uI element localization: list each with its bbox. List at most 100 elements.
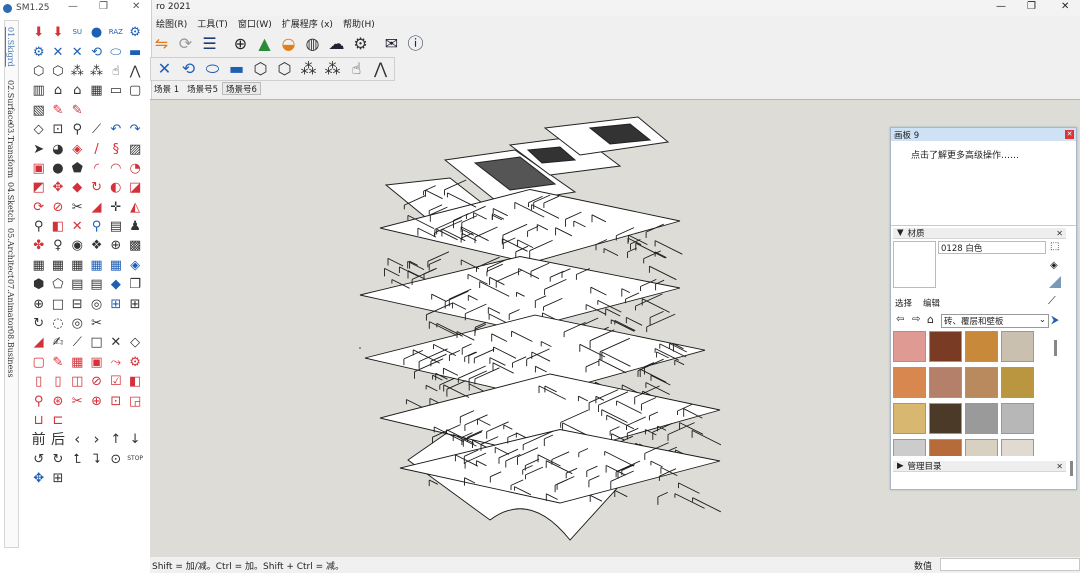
pin-down-icon[interactable]: ⬇ bbox=[29, 23, 48, 42]
box-tools-icon[interactable]: ▦ bbox=[29, 256, 48, 275]
rotate-cw-icon[interactable]: ↻ bbox=[48, 450, 67, 469]
home-icon[interactable]: ⌂ bbox=[927, 313, 934, 326]
scale-tool-icon[interactable]: ◐ bbox=[106, 178, 125, 197]
slash-red-icon[interactable]: ⊘ bbox=[87, 372, 106, 391]
material-swatch[interactable] bbox=[893, 439, 926, 456]
ruler-icon[interactable]: ⟋ bbox=[68, 333, 87, 352]
plugin-maximize-button[interactable]: ❐ bbox=[99, 1, 108, 12]
arrow-down-icon[interactable]: ↓ bbox=[125, 430, 144, 449]
cylinder-red-icon-2[interactable]: ▯ bbox=[48, 372, 67, 391]
material-swatch[interactable] bbox=[929, 367, 962, 398]
redo-icon[interactable]: ↷ bbox=[125, 120, 144, 139]
zoom-extents-icon[interactable]: ⚲ bbox=[87, 217, 106, 236]
window-icon[interactable]: ▭ bbox=[106, 81, 125, 100]
swatch-scrollbar[interactable] bbox=[1054, 340, 1057, 356]
follow-me-icon[interactable]: ↻ bbox=[87, 178, 106, 197]
copy-circle-icon[interactable]: ◎ bbox=[68, 314, 87, 333]
settings-gear-icon[interactable]: ⚙ bbox=[125, 23, 144, 42]
material-category-select[interactable]: 砖、覆层和壁板 ⌄ bbox=[941, 314, 1049, 328]
copy-icon[interactable]: ❐ bbox=[125, 275, 144, 294]
manager-section-header[interactable]: ▶ 管理目录 ✕ bbox=[893, 461, 1066, 472]
panel-red-icon[interactable]: ◲ bbox=[125, 391, 144, 410]
material-box-icon[interactable]: ◈ bbox=[1050, 260, 1058, 271]
create-material-icon[interactable]: ⬚ bbox=[1050, 241, 1059, 252]
rect-outline-icon[interactable]: □ bbox=[87, 333, 106, 352]
thumbs-up-toolbar-icon[interactable]: ☝ bbox=[345, 58, 368, 81]
check-red-icon[interactable]: ☑ bbox=[106, 372, 125, 391]
dim-sketch-icon[interactable]: RAZ bbox=[106, 23, 125, 42]
folder-icon[interactable]: ▬ bbox=[125, 42, 144, 61]
layers-stack-icon[interactable]: ☰ bbox=[198, 32, 221, 55]
back-arrow-icon[interactable]: ⇦ bbox=[896, 314, 904, 325]
freehand-icon[interactable]: § bbox=[106, 139, 125, 158]
rect-icon[interactable]: ▣ bbox=[29, 159, 48, 178]
tape-icon[interactable]: ⟳ bbox=[29, 198, 48, 217]
sunset-icon[interactable]: ◒ bbox=[277, 32, 300, 55]
paint-bucket-icon[interactable]: ◕ bbox=[48, 139, 67, 158]
next-button[interactable]: 后 bbox=[48, 430, 67, 449]
grid-square-icon[interactable]: ⊞ bbox=[48, 469, 67, 488]
maximize-button[interactable]: ❐ bbox=[1027, 1, 1036, 12]
pencil-icon[interactable]: ✎ bbox=[48, 101, 67, 120]
group-icon[interactable]: ▧ bbox=[29, 101, 48, 120]
measurement-input[interactable] bbox=[940, 558, 1080, 571]
stairs-icon[interactable]: ▤ bbox=[68, 275, 87, 294]
box-icon[interactable]: ▥ bbox=[29, 81, 48, 100]
arc-icon-2[interactable]: ◠ bbox=[106, 159, 125, 178]
zoom-icon[interactable]: ⚲ bbox=[68, 120, 87, 139]
menu-window[interactable]: 窗口(W) bbox=[238, 17, 272, 30]
stack-icon[interactable]: ▦ bbox=[68, 256, 87, 275]
text-icon[interactable]: ◢ bbox=[87, 198, 106, 217]
cube-icon-2[interactable]: ⬡ bbox=[48, 62, 67, 81]
close-button[interactable]: ✕ bbox=[1061, 1, 1069, 12]
gear-red-icon[interactable]: ⚙ bbox=[125, 353, 144, 372]
prev-button[interactable]: 前 bbox=[29, 430, 48, 449]
material-swatch[interactable] bbox=[893, 367, 926, 398]
convert-icon[interactable]: ⇋ bbox=[150, 32, 173, 55]
tab-skigrd[interactable]: 01.Skigrd bbox=[6, 27, 15, 67]
box-tools-icon-2[interactable]: ▦ bbox=[48, 256, 67, 275]
plugin-minimize-button[interactable]: — bbox=[68, 1, 78, 12]
tab-business[interactable]: 08.Business bbox=[6, 329, 15, 378]
fill-icon[interactable]: ◢ bbox=[29, 333, 48, 352]
material-swatch[interactable] bbox=[1001, 367, 1034, 398]
3d-text-icon[interactable]: ◭ bbox=[125, 198, 144, 217]
gear-settings-icon[interactable]: ⚙ bbox=[349, 32, 372, 55]
manager-close-icon[interactable]: ✕ bbox=[1056, 462, 1063, 471]
su-more-icon[interactable]: SU bbox=[68, 23, 87, 42]
material-swatch[interactable] bbox=[1001, 331, 1034, 362]
refresh-icon-toolbar[interactable]: ⟳ bbox=[174, 32, 197, 55]
cube-blue-icon[interactable]: ◆ bbox=[106, 275, 125, 294]
layer-icon[interactable]: ◈ bbox=[125, 256, 144, 275]
material-swatch[interactable] bbox=[965, 403, 998, 434]
tab-surface[interactable]: 02.Surface bbox=[6, 80, 15, 124]
face-red-icon[interactable]: ▣ bbox=[87, 353, 106, 372]
extrude-red-icon[interactable]: ◫ bbox=[68, 372, 87, 391]
info-icon[interactable]: ⓘ bbox=[404, 32, 427, 55]
pan-icon[interactable]: ◧ bbox=[48, 217, 67, 236]
zoom-window-icon[interactable]: ✕ bbox=[68, 217, 87, 236]
position-camera-icon[interactable]: ♀ bbox=[48, 236, 67, 255]
scissors-icon[interactable]: ✂ bbox=[87, 314, 106, 333]
material-swatch[interactable] bbox=[965, 367, 998, 398]
material-swatch[interactable] bbox=[965, 331, 998, 362]
frame-icon[interactable]: ▢ bbox=[125, 81, 144, 100]
orbit-icon[interactable]: ⚲ bbox=[29, 217, 48, 236]
stairs-icon-2[interactable]: ▤ bbox=[87, 275, 106, 294]
add-circle-icon[interactable]: ⊕ bbox=[229, 32, 252, 55]
thumbs-up-icon[interactable]: ☝ bbox=[106, 62, 125, 81]
arc-icon[interactable]: ◜ bbox=[87, 159, 106, 178]
cylinder-red-icon[interactable]: ▯ bbox=[29, 372, 48, 391]
protractor-icon[interactable]: ✂ bbox=[68, 198, 87, 217]
material-swatch[interactable] bbox=[1001, 403, 1034, 434]
folder-toolbar-icon[interactable]: ▬ bbox=[225, 58, 248, 81]
trash-red-icon[interactable]: ⊔ bbox=[29, 411, 48, 430]
cubes-toolbar-icon[interactable]: ⁂ bbox=[297, 58, 320, 81]
square-outline-icon[interactable]: □ bbox=[48, 294, 67, 313]
scene-tab-5[interactable]: 场景号5 bbox=[183, 82, 222, 95]
tab-architect[interactable]: 05.Architect bbox=[6, 228, 15, 278]
cross-arrows-icon[interactable]: ✕ bbox=[153, 58, 176, 81]
turn-down-icon[interactable]: ⮧ bbox=[87, 450, 106, 469]
rotate-copy-icon[interactable]: ⟲ bbox=[87, 42, 106, 61]
circle-icon[interactable]: ● bbox=[48, 159, 67, 178]
